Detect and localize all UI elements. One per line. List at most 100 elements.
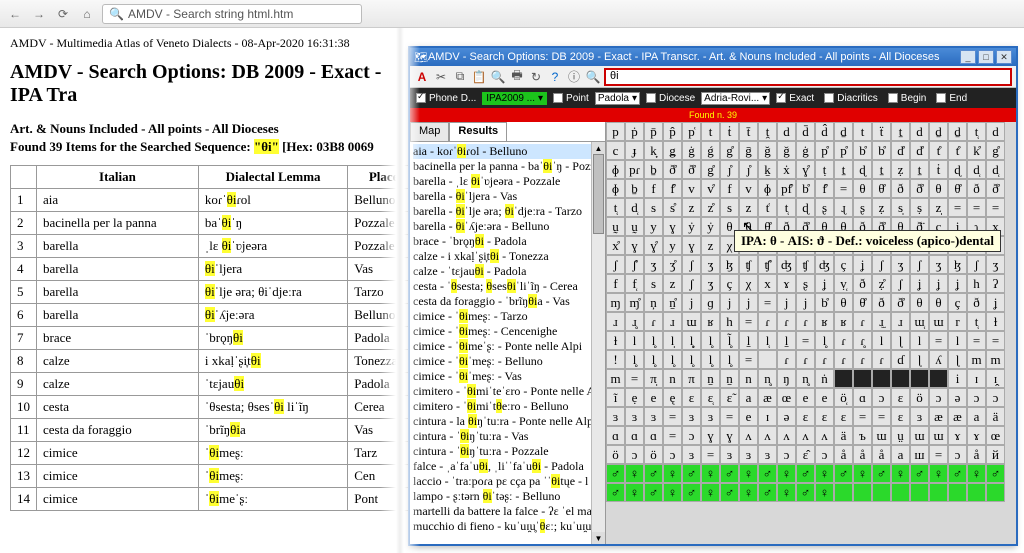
ipa-cell[interactable]: ɔ: [929, 388, 948, 407]
ipa-cell[interactable]: [872, 483, 891, 502]
ipa-cell[interactable]: ʌ: [739, 426, 758, 445]
list-item[interactable]: cimitero - ˈθimiˈteˈɛro - Ponte nelle A: [413, 384, 602, 399]
list-item[interactable]: laccio - ˈtraːpoɾa pɛ cça pa ˈˈθitųe - l: [413, 474, 602, 489]
ipa-cell[interactable]: ɪ: [967, 369, 986, 388]
ipa-cell[interactable]: ɟ: [625, 141, 644, 160]
ipa-cell[interactable]: ɾ: [853, 312, 872, 331]
ipa-cell[interactable]: ♂: [606, 483, 625, 502]
ipa-cell[interactable]: a: [891, 445, 910, 464]
ipa-cell[interactable]: ɜ: [644, 407, 663, 426]
find-icon[interactable]: 🔍: [490, 69, 506, 85]
help-icon[interactable]: ?: [547, 69, 563, 85]
ipa-cell[interactable]: [834, 369, 853, 388]
ipa-cell[interactable]: ʝ: [853, 255, 872, 274]
ipa-cell[interactable]: p̂: [663, 122, 682, 141]
ipa-cell[interactable]: ɔ: [967, 388, 986, 407]
list-item[interactable]: barella - θiˈlje ǝra; θiˈdjeːra - Tarzo: [413, 204, 602, 219]
ipa-cell[interactable]: æ: [948, 407, 967, 426]
ipa-cell[interactable]: ♂: [720, 464, 739, 483]
ipa-cell[interactable]: f: [720, 179, 739, 198]
ipa-cell[interactable]: ɻ: [834, 198, 853, 217]
ipa-cell[interactable]: ṫ: [720, 122, 739, 141]
ipa-cell[interactable]: v̊: [701, 179, 720, 198]
ipa-cell[interactable]: b̊: [872, 141, 891, 160]
ipa-cell[interactable]: ʒ: [929, 255, 948, 274]
diocese-check[interactable]: [646, 93, 656, 103]
ipa-cell[interactable]: l̜: [758, 331, 777, 350]
ipa-cell[interactable]: ʝ: [815, 274, 834, 293]
ipa-cell[interactable]: ğ: [758, 141, 777, 160]
ipa-cell[interactable]: ɮ: [720, 255, 739, 274]
ipa-cell[interactable]: d: [777, 122, 796, 141]
ipa-cell[interactable]: ŋ: [777, 369, 796, 388]
list-item[interactable]: barella - θiˈljera - Vas: [413, 189, 602, 204]
ipa-cell[interactable]: θ̊: [872, 179, 891, 198]
ipa-cell[interactable]: ç: [720, 274, 739, 293]
ipa-cell[interactable]: ɾ: [834, 331, 853, 350]
ipa-cell[interactable]: f̊: [815, 179, 834, 198]
ipa-cell[interactable]: ɭ: [891, 331, 910, 350]
ipa-cell[interactable]: ɫ: [606, 331, 625, 350]
ipa-cell[interactable]: ɪ̭: [986, 369, 1005, 388]
ipa-cell[interactable]: ɔ: [948, 445, 967, 464]
ipa-cell[interactable]: θ: [929, 179, 948, 198]
ipa-cell[interactable]: n: [663, 369, 682, 388]
list-item[interactable]: mucchio di fieno - kuˈuɪ̯u̥ˈθɛː; kuˈuɪ̯u: [413, 519, 602, 534]
ipa-cell[interactable]: ɜ: [606, 407, 625, 426]
ipa-cell[interactable]: ç: [948, 293, 967, 312]
ipa-cell[interactable]: ɾ: [796, 350, 815, 369]
end-check[interactable]: [936, 93, 946, 103]
ipa-cell[interactable]: ʃ̊: [625, 255, 644, 274]
ipa-cell[interactable]: ♀: [701, 464, 720, 483]
ipa-cell[interactable]: m: [606, 369, 625, 388]
ipa-cell[interactable]: ε: [834, 407, 853, 426]
ipa-cell[interactable]: [834, 483, 853, 502]
ipa-cell[interactable]: ə: [948, 388, 967, 407]
ipa-cell[interactable]: l: [948, 331, 967, 350]
ipa-cell[interactable]: ɤ: [967, 426, 986, 445]
list-item[interactable]: lampo - ʂːtǝrn θiˈtǝʂː - Belluno: [413, 489, 602, 504]
ipa-cell[interactable]: f: [606, 274, 625, 293]
ipa-cell[interactable]: ʃ: [682, 255, 701, 274]
ipa-cell[interactable]: =: [853, 407, 872, 426]
back-button[interactable]: ←: [6, 5, 24, 23]
ipa-cell[interactable]: s: [644, 198, 663, 217]
list-item[interactable]: aia - koɾˈθiɾol - Belluno: [413, 144, 602, 159]
ipa-cell[interactable]: k̊: [967, 141, 986, 160]
ipa-cell[interactable]: ṅ: [815, 369, 834, 388]
ipa-cell[interactable]: ṯ: [891, 122, 910, 141]
ipa-cell[interactable]: [853, 483, 872, 502]
minimize-button[interactable]: _: [960, 50, 976, 64]
ipa-cell[interactable]: l̥: [663, 350, 682, 369]
ipa-cell[interactable]: j: [739, 293, 758, 312]
ipa-cell[interactable]: d̜: [986, 160, 1005, 179]
ipa-cell[interactable]: l: [625, 331, 644, 350]
ipa-cell[interactable]: ɹ̫: [872, 312, 891, 331]
ipa-cell[interactable]: ɔ: [625, 445, 644, 464]
ipa-cell[interactable]: ʔ: [986, 274, 1005, 293]
ipa-cell[interactable]: d̜: [625, 198, 644, 217]
list-item[interactable]: bacinella per la panna - baˈθiˈŋ - Pozza: [413, 159, 602, 174]
ipa-cell[interactable]: ɑ: [644, 426, 663, 445]
ipa-cell[interactable]: b̊: [796, 179, 815, 198]
ipa-cell[interactable]: ṉ: [701, 369, 720, 388]
ipa-cell[interactable]: ɯ: [872, 426, 891, 445]
result-list[interactable]: aia - koɾˈθiɾol - Bellunobacinella per l…: [410, 142, 605, 544]
ipa-cell[interactable]: ε: [682, 388, 701, 407]
ipa-cell[interactable]: ʌ: [758, 426, 777, 445]
ipa-cell[interactable]: ɯ: [929, 426, 948, 445]
ipa-cell[interactable]: [758, 350, 777, 369]
titlebar[interactable]: 🗺 AMDV - Search Options: DB 2009 - Exact…: [410, 48, 1016, 66]
ipa-cell[interactable]: ♂: [682, 464, 701, 483]
ipa-cell[interactable]: e: [815, 388, 834, 407]
ipa-cell[interactable]: ɜ: [701, 407, 720, 426]
ipa-cell[interactable]: l: [910, 331, 929, 350]
ipa-cell[interactable]: ʃ: [606, 255, 625, 274]
ipa-cell[interactable]: ö: [910, 388, 929, 407]
ipa-cell[interactable]: ɱ: [606, 293, 625, 312]
ipa-cell[interactable]: [910, 369, 929, 388]
copy-icon[interactable]: ⧉: [452, 69, 468, 85]
ipa-cell[interactable]: p̊: [834, 141, 853, 160]
info-icon[interactable]: ⓘ: [566, 69, 582, 85]
ipa-cell[interactable]: t̜: [967, 312, 986, 331]
